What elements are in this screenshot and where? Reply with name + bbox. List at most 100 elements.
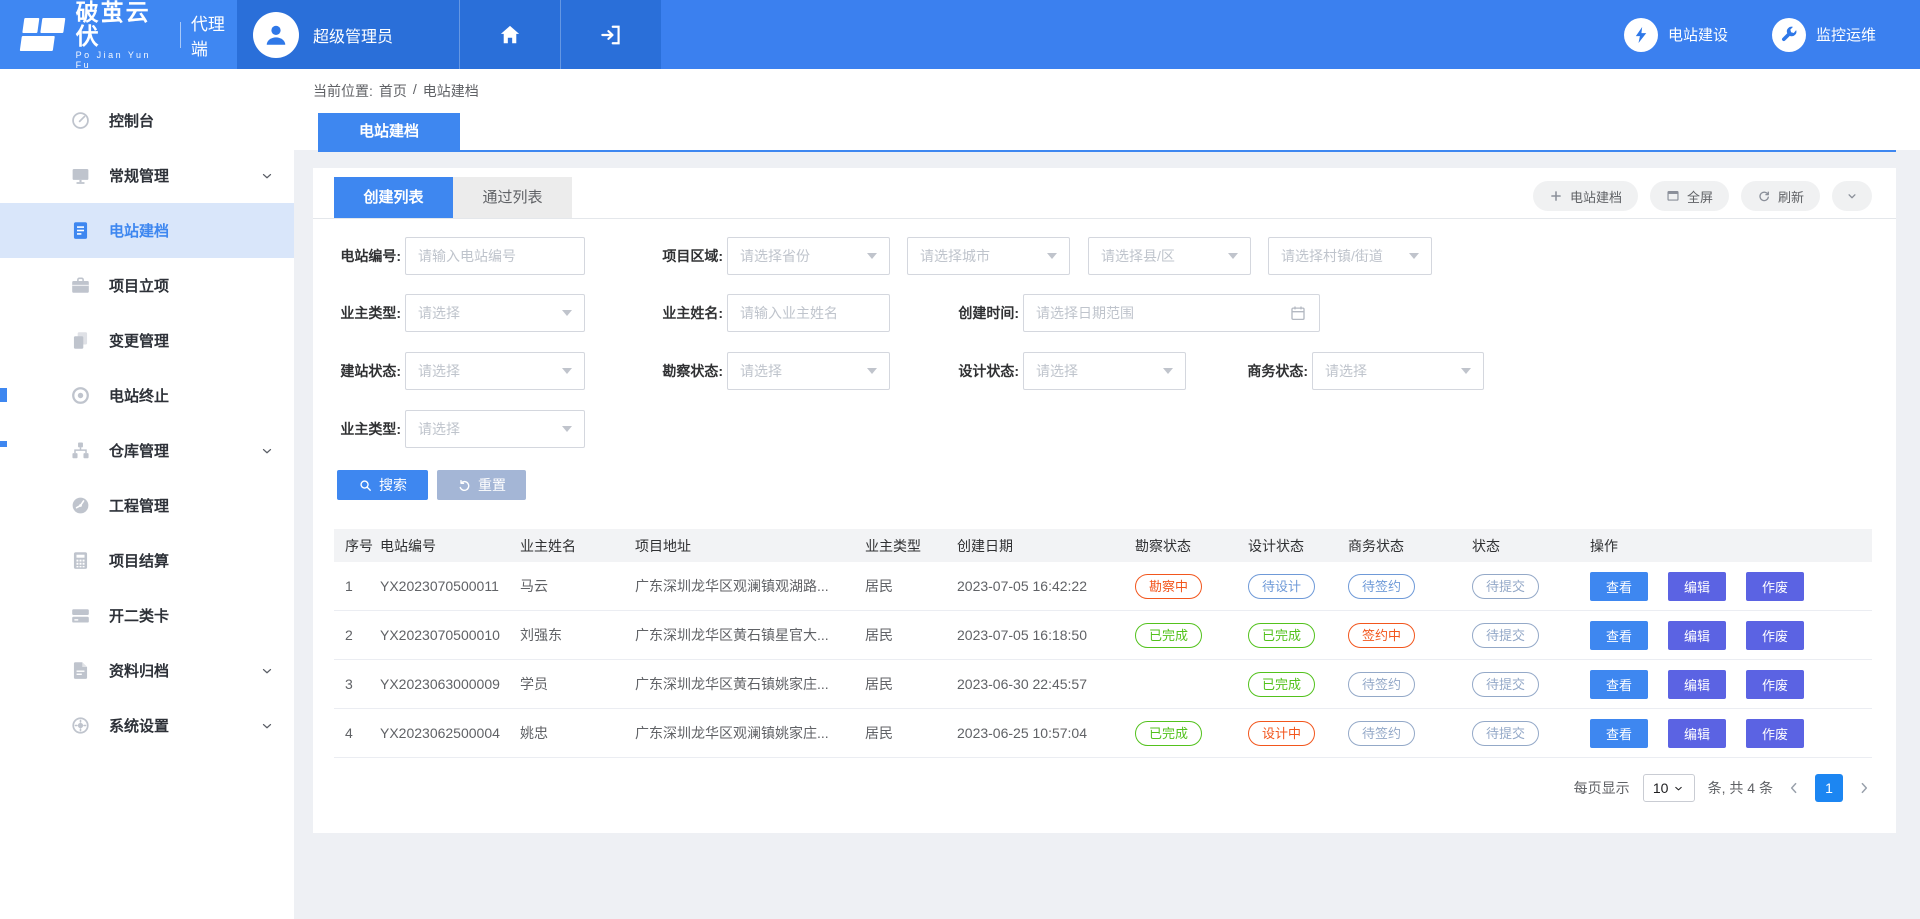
header-nav-station-build[interactable]: 电站建设: [1624, 18, 1728, 52]
toolbar-fullscreen-button[interactable]: 全屏: [1650, 181, 1729, 211]
avatar[interactable]: [253, 12, 299, 58]
edit-button[interactable]: 编辑: [1668, 621, 1726, 650]
sidebar-scrollbar-thumb[interactable]: [0, 441, 7, 447]
caret-down-icon: [1163, 368, 1173, 374]
view-button[interactable]: 查看: [1590, 621, 1648, 650]
tab-passed-list[interactable]: 通过列表: [453, 177, 572, 218]
filter-label-owner-type: 业主类型:: [313, 294, 401, 332]
cell-owner-type: 居民: [865, 576, 957, 596]
caret-down-icon: [867, 253, 877, 259]
sidebar-item-data-archive[interactable]: 资料归档: [0, 643, 294, 698]
toolbar-refresh-button[interactable]: 刷新: [1741, 181, 1820, 211]
placeholder-text: 请选择: [418, 303, 460, 323]
sidebar-item-label: 资料归档: [109, 660, 169, 681]
status-badge: 待签约: [1348, 721, 1415, 746]
toolbar-collapse-button[interactable]: [1832, 181, 1872, 211]
filter-select-survey-status[interactable]: 请选择: [727, 352, 890, 390]
column-header: 操作: [1590, 536, 1872, 556]
cell-business-status: 签约中: [1348, 623, 1472, 648]
cell-owner-type: 居民: [865, 723, 957, 743]
header-nav-monitor-ops[interactable]: 监控运维: [1772, 18, 1876, 52]
view-button[interactable]: 查看: [1590, 719, 1648, 748]
filter-label-create-time: 创建时间:: [933, 294, 1019, 332]
edit-button[interactable]: 编辑: [1668, 572, 1726, 601]
void-button[interactable]: 作废: [1746, 621, 1804, 650]
prev-page-button[interactable]: [1786, 780, 1802, 796]
toolbar-create-station-button[interactable]: 电站建档: [1533, 181, 1638, 211]
document-icon: [70, 220, 91, 241]
filter-select-city[interactable]: 请选择城市: [907, 237, 1070, 275]
breadcrumb-home[interactable]: 首页: [379, 81, 407, 101]
sidebar-item-warehouse-management[interactable]: 仓库管理: [0, 423, 294, 478]
caret-down-icon: [1673, 783, 1684, 794]
filter-select-province[interactable]: 请选择省份: [727, 237, 890, 275]
caret-down-icon: [562, 368, 572, 374]
sidebar-item-change-management[interactable]: 变更管理: [0, 313, 294, 368]
filter-date-input-create-time[interactable]: 请选择日期范围: [1023, 294, 1320, 332]
placeholder-text: 请选择: [740, 361, 782, 381]
filter-select-district[interactable]: 请选择县/区: [1088, 237, 1251, 275]
logout-button[interactable]: [560, 0, 661, 69]
void-button[interactable]: 作废: [1746, 719, 1804, 748]
filter-select-owner-type[interactable]: 请选择: [405, 294, 585, 332]
page-1-button[interactable]: 1: [1815, 774, 1843, 802]
view-button[interactable]: 查看: [1590, 572, 1648, 601]
page-size-select[interactable]: 10: [1643, 774, 1695, 802]
fullscreen-icon: [1666, 189, 1680, 203]
sidebar-item-station-termination[interactable]: 电站终止: [0, 368, 294, 423]
cell-actions: 查看编辑作废: [1590, 621, 1872, 650]
next-page-button[interactable]: [1856, 780, 1872, 796]
edit-button[interactable]: 编辑: [1668, 719, 1726, 748]
sidebar-item-engineering-management[interactable]: 工程管理: [0, 478, 294, 533]
status-badge: 待签约: [1348, 574, 1415, 599]
sidebar-item-label: 项目结算: [109, 550, 169, 571]
page-tab-station-archive[interactable]: 电站建档: [318, 113, 460, 150]
header-right-nav: 电站建设 监控运维: [1624, 0, 1920, 69]
filter-select-build-status[interactable]: 请选择: [405, 352, 585, 390]
filter-input-station-code[interactable]: 请输入电站编号: [405, 237, 585, 275]
caret-down-icon: [1461, 368, 1471, 374]
cell-created-at: 2023-06-25 10:57:04: [957, 725, 1135, 741]
sidebar-item-label: 系统设置: [109, 715, 169, 736]
sidebar-item-label: 常规管理: [109, 165, 169, 186]
edit-button[interactable]: 编辑: [1668, 670, 1726, 699]
table-row: 3YX2023063000009学员广东深圳龙华区黄石镇姚家庄...居民2023…: [334, 660, 1872, 709]
sidebar-item-project-initiation[interactable]: 项目立项: [0, 258, 294, 313]
filter-input-owner-name[interactable]: 请输入业主姓名: [727, 294, 890, 332]
status-badge: 设计中: [1248, 721, 1315, 746]
sidebar-item-label: 控制台: [109, 110, 154, 131]
sidebar-item-console[interactable]: 控制台: [0, 93, 294, 148]
filter-select-business-status[interactable]: 请选择: [1312, 352, 1484, 390]
user-menu[interactable]: 超级管理员: [237, 0, 459, 69]
sidebar-item-system-settings[interactable]: 系统设置: [0, 698, 294, 753]
caret-down-icon: [867, 368, 877, 374]
filter-select-design-status[interactable]: 请选择: [1023, 352, 1186, 390]
void-button[interactable]: 作废: [1746, 572, 1804, 601]
tab-create-list[interactable]: 创建列表: [334, 177, 453, 218]
sidebar-item-station-archive[interactable]: 电站建档: [0, 203, 294, 258]
caret-down-icon: [1228, 253, 1238, 259]
home-button[interactable]: [459, 0, 560, 69]
monitor-icon: [70, 165, 91, 186]
cell-created-at: 2023-07-05 16:18:50: [957, 627, 1135, 643]
chevron-down-icon: [260, 169, 274, 183]
cell-status: 待提交: [1472, 721, 1590, 746]
cell-address: 广东深圳龙华区黄石镇姚家庄...: [635, 674, 865, 694]
search-button[interactable]: 搜索: [337, 470, 428, 500]
sidebar-item-project-settlement[interactable]: 项目结算: [0, 533, 294, 588]
filter-select-town[interactable]: 请选择村镇/街道: [1268, 237, 1432, 275]
status-badge: 签约中: [1348, 623, 1415, 648]
cell-owner-type: 居民: [865, 625, 957, 645]
sidebar-item-second-type-card[interactable]: 开二类卡: [0, 588, 294, 643]
cell-index: 1: [345, 578, 380, 594]
cell-address: 广东深圳龙华区黄石镇星官大...: [635, 625, 865, 645]
sidebar-item-general-management[interactable]: 常规管理: [0, 148, 294, 203]
station-table: 序号电站编号业主姓名项目地址业主类型创建日期勘察状态设计状态商务状态状态操作1Y…: [334, 529, 1872, 758]
reset-button[interactable]: 重置: [437, 470, 526, 500]
view-button[interactable]: 查看: [1590, 670, 1648, 699]
sidebar-scrollbar-thumb[interactable]: [0, 388, 7, 402]
cell-status: 待提交: [1472, 623, 1590, 648]
filter-label-station-code: 电站编号:: [313, 237, 401, 275]
filter-select-owner-type-2[interactable]: 请选择: [405, 410, 585, 448]
void-button[interactable]: 作废: [1746, 670, 1804, 699]
